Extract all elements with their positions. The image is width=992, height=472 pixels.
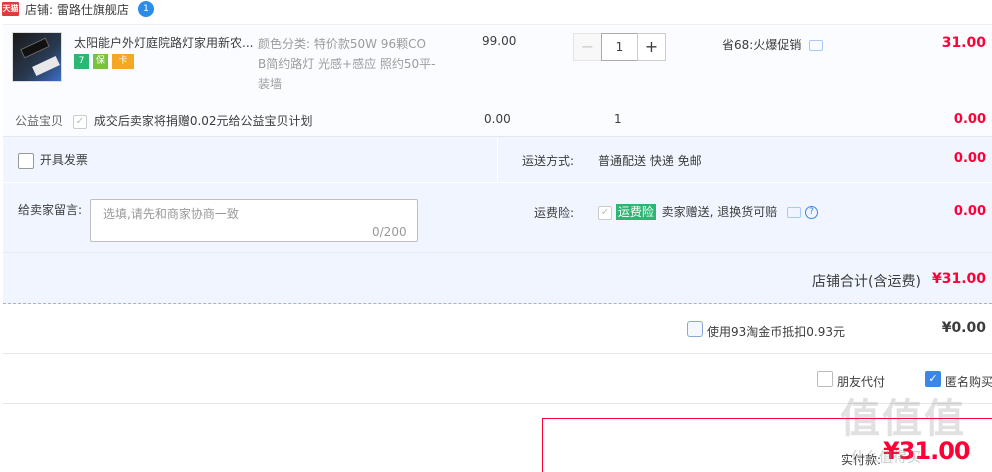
coin-value: ¥0.00 (941, 320, 986, 336)
guarantee-icon[interactable]: 保 (93, 54, 108, 69)
charity-checkbox[interactable]: ✓ (73, 114, 87, 129)
divider (497, 137, 498, 182)
coin-checkbox[interactable] (687, 321, 703, 337)
charity-row: 公益宝贝 (15, 112, 63, 129)
qty-input[interactable]: 1 (601, 33, 638, 61)
shop-name-link[interactable]: 店铺: 雷路仕旗舰店 (25, 1, 129, 18)
help-icon[interactable]: ? (804, 206, 818, 219)
service-icons: 7 保 卡 (74, 54, 134, 69)
shipping-method[interactable]: 普通配送 快递 免邮 (598, 152, 702, 169)
insurance-subtotal: 0.00 (953, 204, 986, 219)
insurance-tag: 运费险 (615, 204, 656, 220)
card-payment-icon[interactable]: 卡 (112, 54, 134, 69)
friend-pay-checkbox[interactable] (817, 371, 833, 387)
charity-desc: ✓ 成交后卖家将捐赠0.02元给公益宝贝计划 (73, 112, 313, 129)
shipping-label: 运送方式: (522, 154, 575, 168)
charity-price: 0.00 (484, 112, 511, 126)
coin-label: 使用93淘金币抵扣0.93元 (707, 325, 845, 339)
promo-label: 省68:火爆促销 (722, 36, 824, 53)
seven-day-return-icon[interactable]: 7 (74, 54, 89, 69)
chat-icon[interactable] (809, 40, 824, 51)
insurance-checkbox[interactable]: ✓ (598, 205, 612, 220)
divider (3, 353, 992, 354)
product-title-link[interactable]: 太阳能户外灯庭院路灯家用新农... (74, 34, 256, 51)
charity-subtotal: 0.00 (953, 112, 986, 127)
shop-total-label: 店铺合计(含运费) (812, 274, 921, 290)
tmall-logo: 天猫 (2, 2, 19, 16)
message-counter: 0/200 (372, 225, 407, 239)
shop-badge-icon[interactable]: 1 (138, 1, 154, 17)
qty-plus-button[interactable]: + (637, 33, 666, 61)
sku-info: 颜色分类: 特价款50W 96颗CO B简约路灯 光感+感应 照约50平- 装墙 (258, 37, 436, 91)
invoice-checkbox[interactable] (18, 152, 34, 169)
qty-minus-button[interactable]: − (573, 33, 602, 61)
chat-icon[interactable] (787, 207, 802, 218)
message-label: 给卖家留言: (18, 203, 83, 217)
quantity-stepper: − 1 + (573, 33, 666, 61)
divider (3, 182, 992, 183)
product-thumbnail[interactable] (12, 32, 62, 82)
insurance-label: 运费险: (534, 206, 575, 220)
anonymous-checkbox[interactable]: ✓ (925, 371, 941, 387)
divider (3, 252, 992, 253)
message-placeholder: 选填,请先和商家协商一致 (103, 207, 239, 221)
shop-total-value: ¥31.00 (931, 271, 986, 287)
unit-price: 99.00 (482, 34, 517, 48)
item-subtotal: 31.00 (941, 35, 986, 51)
watermark: 值值值 (840, 396, 966, 442)
shipping-subtotal: 0.00 (953, 151, 986, 166)
charity-label: 公益宝贝 (15, 114, 64, 128)
invoice-option[interactable]: 开具发票 (18, 151, 88, 169)
insurance-row: ✓ 运费险 卖家赠送, 退换货可赔 ? (598, 203, 818, 220)
watermark-text: 什么值得买 (851, 450, 921, 466)
charity-qty: 1 (614, 112, 622, 126)
